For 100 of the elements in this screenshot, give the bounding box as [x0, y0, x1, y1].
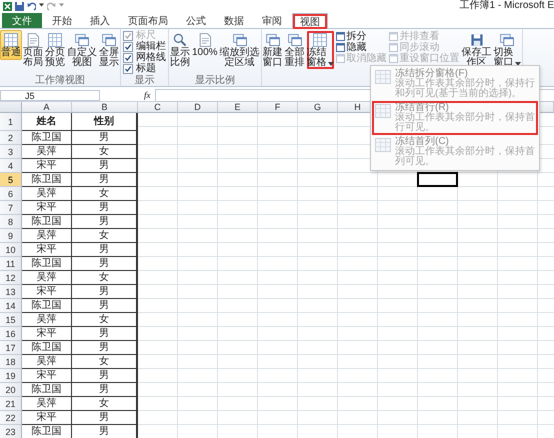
row-header[interactable]: 23 [0, 425, 22, 438]
row-header[interactable]: 13 [0, 285, 22, 299]
row-header[interactable]: 10 [0, 243, 22, 257]
file-tab[interactable]: 文件 [2, 13, 42, 28]
table-cell: 陈卫国 [22, 131, 72, 145]
table-cell: 男 [72, 425, 138, 438]
table-cell: 男 [72, 369, 138, 383]
table-cell: 男 [72, 285, 138, 299]
column-header[interactable]: G [298, 102, 338, 113]
checkbox-label[interactable]: 标题 [123, 63, 166, 74]
ribbon-button[interactable]: 缩放到选定区域 [218, 30, 261, 70]
menu-item-description: 滚动工作表其余部分时，保持首行可见。 [395, 113, 535, 133]
column-header[interactable]: A [22, 102, 72, 113]
row-header[interactable]: 1 [0, 113, 22, 131]
ribbon-button[interactable]: 分页预览 [44, 30, 66, 70]
row-header[interactable]: 3 [0, 145, 22, 159]
table-cell: 男 [72, 299, 138, 313]
table-cell: 宋平 [22, 411, 72, 425]
column-header[interactable]: E [218, 102, 258, 113]
table-cell: 女 [72, 229, 138, 243]
ribbon-button[interactable]: 自定义视图 [66, 30, 98, 70]
ribbon-button[interactable]: 显示比例 [169, 30, 191, 70]
table-cell: 男 [72, 215, 138, 229]
table-cell: 女 [72, 145, 138, 159]
table-cell: 宋平 [22, 201, 72, 215]
function-button[interactable]: fx [104, 90, 150, 100]
table-cell: 女 [72, 313, 138, 327]
window-title: 工作簿1 - Microsoft E [460, 0, 554, 12]
table-cell: 宋平 [22, 243, 72, 257]
ribbon-button[interactable]: 隐藏 [334, 42, 388, 53]
ribbon-tab[interactable]: 开始 [44, 13, 80, 28]
row-header[interactable]: 14 [0, 299, 22, 313]
column-header[interactable]: F [258, 102, 298, 113]
menu-item-title: 冻结拆分窗格(F) [395, 69, 468, 79]
table-cell: 吴萍 [22, 313, 72, 327]
table-cell: 陈卫国 [22, 215, 72, 229]
ribbon-tab[interactable]: 页面布局 [120, 13, 176, 28]
row-header[interactable]: 12 [0, 271, 22, 285]
row-header[interactable]: 15 [0, 313, 22, 327]
row-header[interactable]: 11 [0, 257, 22, 271]
name-box[interactable]: J5 [0, 90, 100, 100]
ribbon-tab[interactable]: 审阅 [254, 13, 290, 28]
ribbon-tab[interactable]: 公式 [178, 13, 214, 28]
table-cell: 陈卫国 [22, 173, 72, 187]
ribbon-button[interactable]: 全屏显示 [98, 30, 120, 70]
row-header[interactable]: 18 [0, 355, 22, 369]
menu-item-title: 冻结首行(R) [395, 103, 449, 113]
ribbon-button[interactable]: 普通 [0, 30, 22, 60]
group-label: 显示 [134, 75, 156, 86]
table-cell: 女 [72, 187, 138, 201]
checkbox-label[interactable]: 编辑栏 [123, 41, 166, 52]
table-cell: 男 [72, 411, 138, 425]
table-cell: 男 [72, 243, 138, 257]
ribbon-button[interactable]: 全部重排 [284, 30, 306, 70]
ribbon-button[interactable]: 新建窗口 [262, 30, 284, 70]
group-label: 显示比例 [194, 75, 236, 86]
ribbon-button[interactable]: 100% [191, 30, 219, 60]
table-cell: 陈卫国 [22, 383, 72, 397]
row-header[interactable]: 6 [0, 187, 22, 201]
table-cell: 女 [72, 397, 138, 411]
table-cell: 男 [72, 383, 138, 397]
row-header[interactable]: 17 [0, 341, 22, 355]
row-header[interactable]: 2 [0, 131, 22, 145]
table-cell: 女 [72, 271, 138, 285]
column-header[interactable]: C [138, 102, 178, 113]
table-cell: 男 [72, 257, 138, 271]
ribbon-tab[interactable]: 数据 [216, 13, 252, 28]
table-cell: 陈卫国 [22, 257, 72, 271]
column-header[interactable]: B [72, 102, 138, 113]
menu-item-title: 冻结首列(C) [395, 137, 449, 147]
checkbox-label[interactable]: 网格线 [123, 52, 166, 63]
table-cell: 男 [72, 201, 138, 215]
table-cell: 吴萍 [22, 187, 72, 201]
row-header[interactable]: 20 [0, 383, 22, 397]
table-cell: 男 [72, 131, 138, 145]
menu-item-description: 滚动工作表其余部分时，保持行和列可见(基于当前的选择)。 [395, 79, 535, 99]
table-cell: 陈卫国 [22, 425, 72, 438]
group-label: 工作簿视图 [34, 75, 86, 86]
row-header[interactable]: 5 [0, 173, 22, 187]
row-header[interactable]: 21 [0, 397, 22, 411]
ribbon-tab[interactable]: 视图 [292, 13, 328, 29]
table-cell: 陈卫国 [22, 341, 72, 355]
table-cell: 男 [72, 173, 138, 187]
row-header[interactable]: 19 [0, 369, 22, 383]
column-title: 姓名 [22, 113, 72, 131]
table-cell: 宋平 [22, 369, 72, 383]
ribbon-button[interactable]: 页面布局 [22, 30, 44, 70]
ribbon-tab[interactable]: 插入 [82, 13, 118, 28]
row-header[interactable]: 4 [0, 159, 22, 173]
row-header[interactable]: 22 [0, 411, 22, 425]
ribbon-button[interactable]: 拆分 [334, 31, 388, 42]
row-header[interactable]: 9 [0, 229, 22, 243]
column-title: 性别 [72, 113, 138, 131]
row-header[interactable]: 8 [0, 215, 22, 229]
row-header[interactable]: 7 [0, 201, 22, 215]
row-header[interactable]: 16 [0, 327, 22, 341]
column-header[interactable]: D [178, 102, 218, 113]
table-cell: 吴萍 [22, 355, 72, 369]
table-cell: 男 [72, 159, 138, 173]
table-cell: 吴萍 [22, 145, 72, 159]
